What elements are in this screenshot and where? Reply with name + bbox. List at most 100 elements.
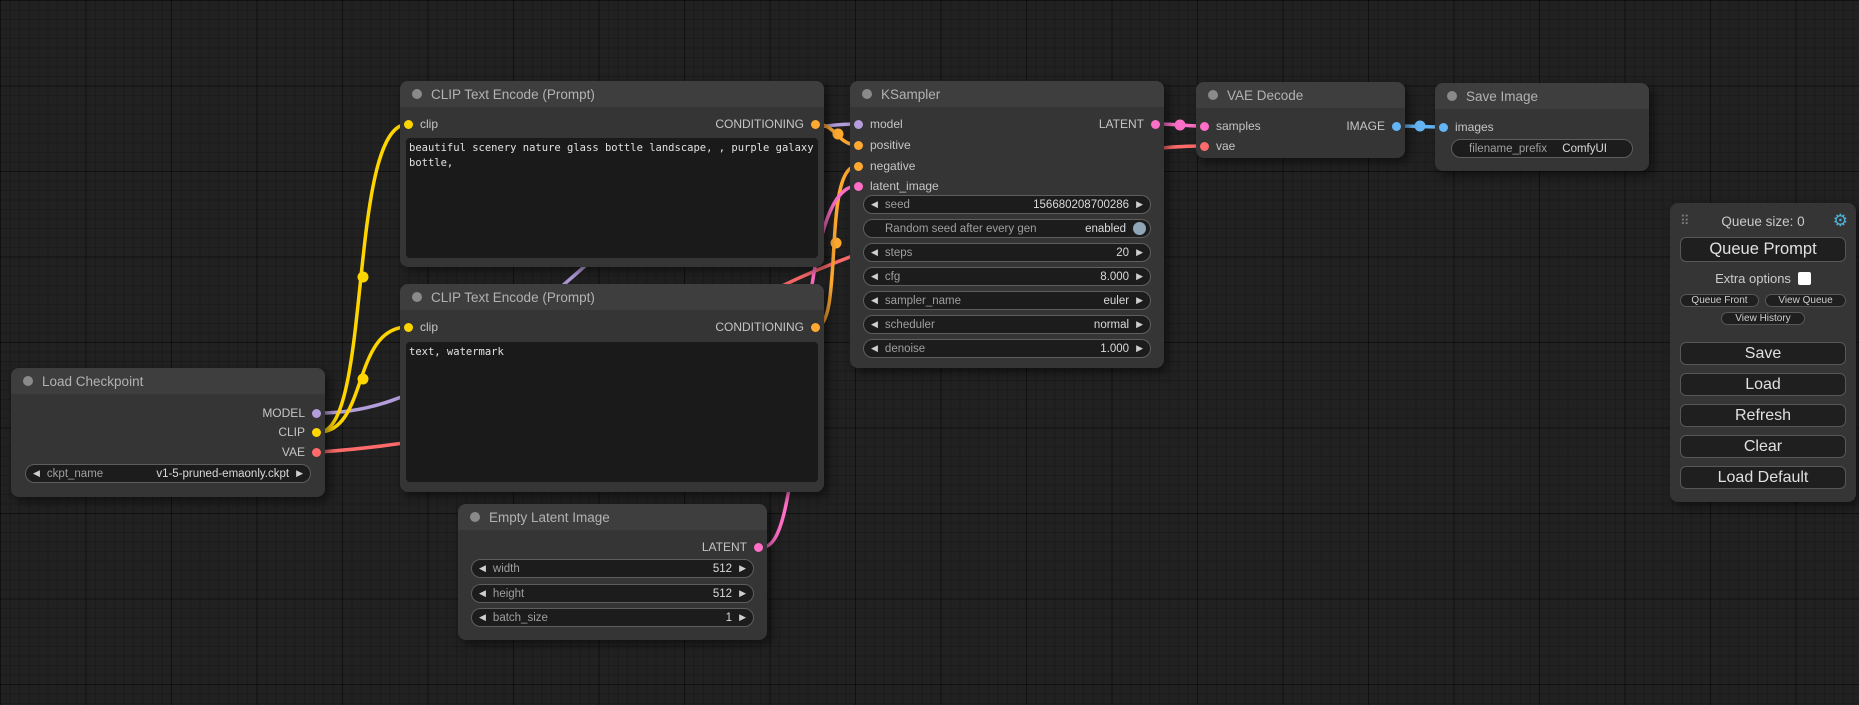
node-empty-latent-image[interactable]: Empty Latent Image LATENT ◀ width 512 ▶ … — [458, 504, 767, 640]
increment-arrow-icon[interactable]: ▶ — [1136, 200, 1143, 209]
model-slot-icon[interactable] — [312, 409, 321, 418]
clip-slot-icon[interactable] — [404, 120, 413, 129]
slot-label: IMAGE — [1346, 119, 1385, 133]
widget-filename-prefix[interactable]: filename_prefix ComfyUI — [1451, 139, 1633, 158]
clear-button[interactable]: Clear — [1680, 435, 1846, 458]
input-slot-latent-image[interactable]: latent_image — [854, 177, 939, 195]
slot-label: positive — [870, 138, 911, 152]
decrement-arrow-icon[interactable]: ◀ — [479, 564, 486, 573]
node-title-bar[interactable]: Empty Latent Image — [458, 504, 767, 530]
extra-options-checkbox[interactable] — [1798, 272, 1811, 285]
decrement-arrow-icon[interactable]: ◀ — [871, 296, 878, 305]
conditioning-slot-icon[interactable] — [811, 120, 820, 129]
node-load-checkpoint[interactable]: Load Checkpoint MODEL CLIP VAE ◀ ckpt_na… — [11, 368, 325, 497]
widget-steps[interactable]: ◀ steps 20 ▶ — [863, 243, 1151, 262]
latent-slot-icon[interactable] — [1151, 120, 1160, 129]
image-slot-icon[interactable] — [1439, 123, 1448, 132]
node-clip-text-encode-negative[interactable]: CLIP Text Encode (Prompt) clip CONDITION… — [400, 284, 824, 492]
decrement-arrow-icon[interactable]: ◀ — [871, 344, 878, 353]
increment-arrow-icon[interactable]: ▶ — [739, 613, 746, 622]
input-slot-negative[interactable]: negative — [854, 157, 915, 175]
vae-slot-icon[interactable] — [312, 448, 321, 457]
increment-arrow-icon[interactable]: ▶ — [296, 469, 303, 478]
input-slot-vae[interactable]: vae — [1200, 137, 1235, 155]
increment-arrow-icon[interactable]: ▶ — [1136, 344, 1143, 353]
drag-handle-icon[interactable]: ⠿ — [1680, 213, 1690, 229]
queue-front-button[interactable]: Queue Front — [1680, 294, 1759, 307]
node-clip-text-encode-positive[interactable]: CLIP Text Encode (Prompt) clip CONDITION… — [400, 81, 824, 267]
output-slot-conditioning[interactable]: CONDITIONING — [715, 318, 820, 336]
view-queue-button[interactable]: View Queue — [1765, 294, 1846, 307]
input-slot-clip[interactable]: clip — [404, 318, 438, 336]
widget-sampler-name[interactable]: ◀ sampler_name euler ▶ — [863, 291, 1151, 310]
output-slot-latent[interactable]: LATENT — [702, 538, 763, 556]
conditioning-slot-icon[interactable] — [854, 162, 863, 171]
load-default-button[interactable]: Load Default — [1680, 466, 1846, 489]
widget-random-seed[interactable]: Random seed after every gen enabled — [863, 219, 1151, 238]
toggle-enabled-icon[interactable] — [1133, 222, 1146, 235]
output-slot-image[interactable]: IMAGE — [1346, 117, 1401, 135]
clip-slot-icon[interactable] — [312, 428, 321, 437]
widget-label: steps — [885, 247, 913, 259]
widget-width[interactable]: ◀ width 512 ▶ — [471, 559, 754, 578]
node-title-bar[interactable]: VAE Decode — [1196, 82, 1405, 108]
view-history-button[interactable]: View History — [1721, 312, 1805, 325]
increment-arrow-icon[interactable]: ▶ — [1136, 320, 1143, 329]
input-slot-model[interactable]: model — [854, 115, 903, 133]
node-title-bar[interactable]: CLIP Text Encode (Prompt) — [400, 284, 824, 310]
widget-height[interactable]: ◀ height 512 ▶ — [471, 584, 754, 603]
comfyui-canvas[interactable]: { "icons": { "left_arrow": "◀", "right_a… — [0, 0, 1859, 705]
latent-slot-icon[interactable] — [854, 182, 863, 191]
decrement-arrow-icon[interactable]: ◀ — [479, 613, 486, 622]
input-slot-clip[interactable]: clip — [404, 115, 438, 133]
conditioning-slot-icon[interactable] — [854, 141, 863, 150]
widget-ckpt-name[interactable]: ◀ ckpt_name v1-5-pruned-emaonly.ckpt ▶ — [25, 464, 311, 483]
output-slot-model[interactable]: MODEL — [262, 404, 321, 422]
refresh-button[interactable]: Refresh — [1680, 404, 1846, 427]
widget-cfg[interactable]: ◀ cfg 8.000 ▶ — [863, 267, 1151, 286]
node-save-image[interactable]: Save Image images filename_prefix ComfyU… — [1435, 83, 1649, 171]
output-slot-conditioning[interactable]: CONDITIONING — [715, 115, 820, 133]
prompt-text-area[interactable]: beautiful scenery nature glass bottle la… — [406, 138, 818, 258]
input-slot-positive[interactable]: positive — [854, 136, 911, 154]
decrement-arrow-icon[interactable]: ◀ — [871, 248, 878, 257]
node-ksampler[interactable]: KSampler model positive negative latent_… — [850, 81, 1164, 368]
conditioning-slot-icon[interactable] — [811, 323, 820, 332]
clip-slot-icon[interactable] — [404, 323, 413, 332]
widget-batch-size[interactable]: ◀ batch_size 1 ▶ — [471, 608, 754, 627]
input-slot-images[interactable]: images — [1439, 118, 1494, 136]
output-slot-clip[interactable]: CLIP — [278, 423, 321, 441]
widget-scheduler[interactable]: ◀ scheduler normal ▶ — [863, 315, 1151, 334]
vae-slot-icon[interactable] — [1200, 142, 1209, 151]
node-title-bar[interactable]: KSampler — [850, 81, 1164, 107]
load-button[interactable]: Load — [1680, 373, 1846, 396]
prompt-text-area[interactable]: text, watermark — [406, 342, 818, 482]
node-title-bar[interactable]: Load Checkpoint — [11, 368, 325, 394]
model-slot-icon[interactable] — [854, 120, 863, 129]
decrement-arrow-icon[interactable]: ◀ — [871, 272, 878, 281]
image-slot-icon[interactable] — [1392, 122, 1401, 131]
increment-arrow-icon[interactable]: ▶ — [1136, 248, 1143, 257]
widget-denoise[interactable]: ◀ denoise 1.000 ▶ — [863, 339, 1151, 358]
increment-arrow-icon[interactable]: ▶ — [1136, 296, 1143, 305]
queue-prompt-button[interactable]: Queue Prompt — [1680, 237, 1846, 262]
decrement-arrow-icon[interactable]: ◀ — [871, 200, 878, 209]
node-title-bar[interactable]: CLIP Text Encode (Prompt) — [400, 81, 824, 107]
input-slot-samples[interactable]: samples — [1200, 117, 1261, 135]
widget-seed[interactable]: ◀ seed 156680208700286 ▶ — [863, 195, 1151, 214]
increment-arrow-icon[interactable]: ▶ — [739, 564, 746, 573]
settings-gear-icon[interactable]: ⚙ — [1833, 211, 1848, 231]
increment-arrow-icon[interactable]: ▶ — [739, 589, 746, 598]
decrement-arrow-icon[interactable]: ◀ — [33, 469, 40, 478]
decrement-arrow-icon[interactable]: ◀ — [871, 320, 878, 329]
increment-arrow-icon[interactable]: ▶ — [1136, 272, 1143, 281]
decrement-arrow-icon[interactable]: ◀ — [479, 589, 486, 598]
latent-slot-icon[interactable] — [1200, 122, 1209, 131]
node-title-bar[interactable]: Save Image — [1435, 83, 1649, 109]
save-button[interactable]: Save — [1680, 342, 1846, 365]
output-slot-vae[interactable]: VAE — [282, 443, 321, 461]
node-vae-decode[interactable]: VAE Decode samples vae IMAGE — [1196, 82, 1405, 158]
widget-value: 1.000 — [1100, 343, 1129, 355]
output-slot-latent[interactable]: LATENT — [1099, 115, 1160, 133]
latent-slot-icon[interactable] — [754, 543, 763, 552]
